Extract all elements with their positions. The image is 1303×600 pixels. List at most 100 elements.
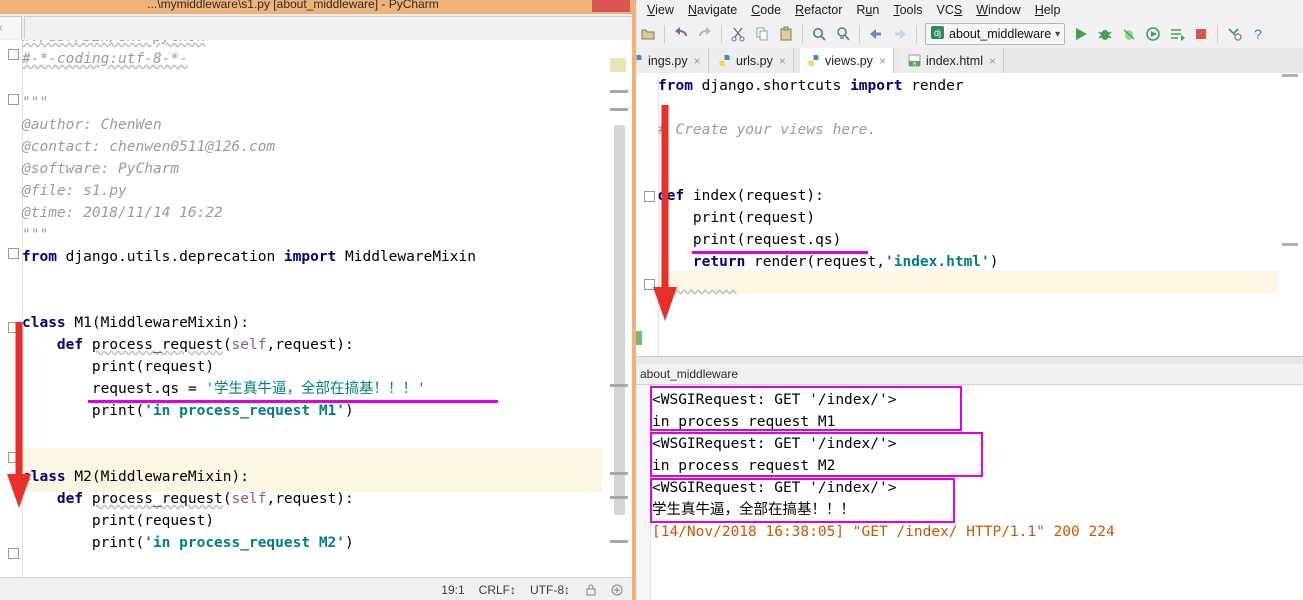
console-line: <WSGIRequest: GET '/index/'>	[652, 436, 897, 452]
back-icon[interactable]	[865, 23, 887, 45]
code-line-print-msg-m1: print('in process_request M1')	[22, 403, 354, 419]
undo-icon[interactable]	[670, 23, 692, 45]
console-line: <WSGIRequest: GET '/index/'>	[652, 480, 897, 496]
run-configuration-selector[interactable]: dj about_middleware ▾	[925, 23, 1066, 45]
coverage-icon[interactable]	[1118, 23, 1140, 45]
chevron-down-icon[interactable]: ▾	[1055, 29, 1060, 40]
find-icon[interactable]	[808, 23, 830, 45]
fold-marker[interactable]	[8, 248, 19, 259]
marker-change[interactable]	[610, 90, 628, 93]
svg-text:H: H	[913, 62, 917, 68]
fold-marker[interactable]	[8, 94, 19, 105]
tab-settings-py[interactable]: ings.py ×	[636, 48, 709, 73]
menu-code[interactable]: Code	[744, 3, 788, 17]
right-pycharm-window: View Navigate Code Refactor Run Tools VC…	[636, 0, 1303, 600]
close-icon[interactable]: ×	[0, 21, 3, 35]
python-file-icon	[636, 54, 643, 67]
svg-text:dj: dj	[934, 28, 941, 38]
left-window-titlebar: ...\mymiddleware\s1.py [about_middleware…	[0, 0, 636, 14]
left-status-bar: 19:1 CRLF↕ UTF-8↕	[0, 577, 636, 600]
fold-marker[interactable]	[644, 279, 655, 290]
tab-urls-py[interactable]: urls.py ×	[711, 48, 794, 73]
menu-navigate[interactable]: Navigate	[681, 3, 744, 17]
right-marker-column[interactable]	[1278, 73, 1303, 356]
attach-icon[interactable]	[1166, 23, 1188, 45]
console-tab-label: about_middleware	[640, 367, 739, 381]
marker-warning[interactable]	[610, 58, 626, 72]
fold-marker[interactable]	[8, 322, 19, 333]
right-editor-gutter[interactable]	[636, 73, 659, 356]
marker-change[interactable]	[610, 384, 628, 387]
window-close-button[interactable]	[592, 0, 630, 12]
code-line-print-msg-m2: print('in process_request M2')	[22, 535, 354, 551]
console-output: <WSGIRequest: GET '/index/'> in process …	[652, 389, 1292, 587]
cut-icon[interactable]	[727, 23, 749, 45]
fold-marker[interactable]	[8, 49, 19, 60]
menu-window[interactable]: Window	[969, 3, 1027, 17]
menu-refactor[interactable]: Refactor	[788, 3, 849, 17]
console-gutter	[636, 385, 651, 600]
stop-icon[interactable]	[1190, 23, 1212, 45]
menu-run[interactable]: Run	[849, 3, 886, 17]
left-vertical-scrollbar[interactable]	[614, 125, 625, 515]
left-editor-gutter[interactable]	[0, 40, 23, 577]
caret-position[interactable]: 19:1	[441, 583, 464, 597]
menu-tools[interactable]: Tools	[886, 3, 929, 17]
code-line-blank-wavy: ~~~~~	[658, 273, 737, 295]
code-line: @contact: chenwen0511@126.com	[22, 139, 276, 155]
marker-change[interactable]	[610, 472, 628, 475]
code-line-print-m1: print(request)	[22, 359, 215, 375]
paste-icon[interactable]	[775, 23, 797, 45]
tab-views-py[interactable]: views.py ×	[800, 48, 894, 73]
profile-icon[interactable]	[1142, 23, 1164, 45]
close-icon[interactable]: ×	[989, 54, 996, 68]
help-icon[interactable]: ?	[1247, 23, 1269, 45]
left-source-code[interactable]: #!/usr/bin/env python #-*-coding:utf-8-*…	[22, 40, 602, 577]
menu-view[interactable]: View	[640, 3, 681, 17]
run-console[interactable]: <WSGIRequest: GET '/index/'> in process …	[636, 384, 1303, 600]
line-separator[interactable]: CRLF↕	[479, 583, 516, 597]
left-editor-area[interactable]: #!/usr/bin/env python #-*-coding:utf-8-*…	[0, 40, 636, 577]
close-icon[interactable]: ×	[779, 54, 786, 68]
right-editor-area[interactable]: from django.shortcuts import render # Cr…	[636, 73, 1303, 356]
left-editor-tab[interactable]: y ×	[0, 16, 22, 39]
annotation-underline-qs-assign	[88, 400, 498, 403]
copy-icon[interactable]	[751, 23, 773, 45]
fold-marker[interactable]	[8, 452, 19, 463]
code-line: @time: 2018/11/14 16:22	[22, 205, 223, 221]
code-line-comment: # Create your views here.	[658, 122, 877, 138]
menu-help[interactable]: Help	[1028, 3, 1068, 17]
close-icon[interactable]: ×	[879, 54, 886, 68]
code-line-class-m1: class M1(MiddlewareMixin):	[22, 315, 249, 331]
code-line-def-m2: def process_request(self,request):	[56, 491, 354, 507]
django-icon: dj	[930, 25, 945, 43]
code-line-print-qs: print(request.qs)	[658, 232, 842, 248]
file-encoding[interactable]: UTF-8↕	[530, 583, 570, 597]
tab-label: views.py	[825, 53, 873, 68]
lock-icon[interactable]	[584, 583, 598, 597]
debug-icon[interactable]	[1094, 23, 1116, 45]
fold-marker[interactable]	[8, 548, 19, 559]
marker-change[interactable]	[610, 496, 628, 499]
settings-icon[interactable]	[1223, 23, 1245, 45]
left-marker-column[interactable]	[602, 40, 636, 577]
console-tab-header[interactable]: about_middleware	[636, 364, 1303, 384]
svg-text:?: ?	[1254, 26, 1262, 42]
annotation-underline-print-qs	[692, 251, 868, 254]
tab-label: urls.py	[736, 53, 773, 68]
menu-vcs[interactable]: VCS	[930, 3, 970, 17]
code-line-import: from django.utils.deprecation import Mid…	[22, 249, 476, 265]
html-file-icon: H	[908, 54, 921, 68]
marker-change[interactable]	[610, 108, 628, 111]
close-icon[interactable]: ×	[694, 54, 701, 68]
redo-icon[interactable]	[694, 23, 716, 45]
open-icon[interactable]	[637, 23, 659, 45]
fold-marker[interactable]	[644, 191, 655, 202]
marker-change[interactable]	[610, 540, 628, 543]
tab-index-html[interactable]: H index.html ×	[901, 48, 1004, 73]
forward-icon[interactable]	[889, 23, 911, 45]
replace-icon[interactable]	[832, 23, 854, 45]
run-icon[interactable]	[1070, 23, 1092, 45]
inspection-icon[interactable]	[610, 583, 624, 597]
right-source-code[interactable]: from django.shortcuts import render # Cr…	[658, 73, 1278, 356]
